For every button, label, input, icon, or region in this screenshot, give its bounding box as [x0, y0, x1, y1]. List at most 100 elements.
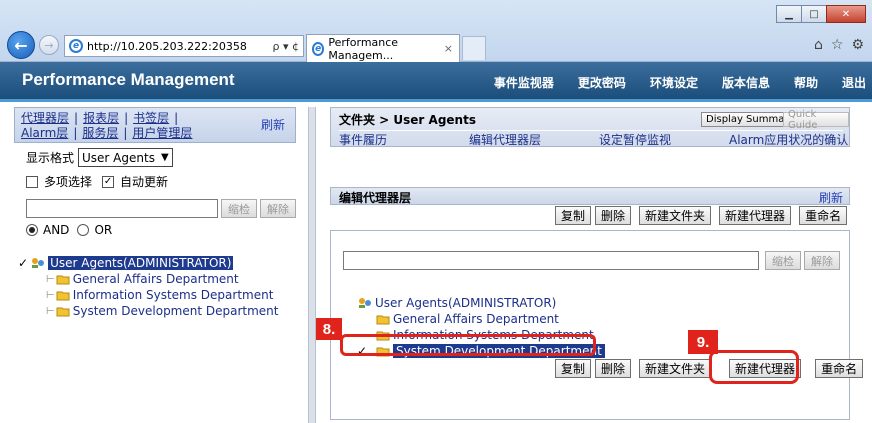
forward-button[interactable]: → [39, 35, 59, 55]
link-alarm-status[interactable]: Alarm应用状况的确认 [729, 131, 848, 148]
arrow-right-icon: → [44, 38, 54, 52]
nav-environment[interactable]: 环境设定 [650, 74, 698, 91]
right-clear-button[interactable]: 解除 [804, 251, 840, 270]
tab-service-tree[interactable]: 服务层 [82, 126, 118, 140]
nav-logout[interactable]: 退出 [842, 74, 866, 91]
home-icon[interactable]: ⌂ [814, 37, 823, 53]
tab-close-icon[interactable]: × [444, 42, 453, 55]
address-url: http://10.205.203.222:20358 [87, 39, 247, 53]
back-button[interactable]: ← [7, 31, 35, 59]
rename-button[interactable]: 重命名 [815, 359, 864, 378]
chevron-down-icon: ▼ [160, 152, 169, 163]
delete-button[interactable]: 删除 [595, 206, 632, 225]
new-folder-button[interactable]: 新建文件夹 [639, 206, 712, 225]
auto-update-checkbox[interactable]: ✓ [102, 175, 115, 188]
rename-button[interactable]: 重命名 [799, 206, 848, 225]
ie-icon: e [312, 41, 325, 56]
nav-change-password[interactable]: 更改密码 [578, 74, 626, 91]
left-clear-button[interactable]: 解除 [260, 199, 296, 218]
tab-agent-tree[interactable]: 代理器层 [21, 111, 69, 125]
tab-alarm-tree[interactable]: Alarm层 [21, 126, 68, 140]
app-title: Performance Management [22, 70, 235, 89]
tab-user-tree[interactable]: 用户管理层 [132, 126, 192, 140]
minimize-icon[interactable]: ▁ [776, 5, 802, 23]
and-or-row: AND OR [26, 223, 112, 237]
tree-root[interactable]: ✓ User Agents(ADMINISTRATOR) [18, 255, 279, 271]
left-search-button[interactable]: 缩检 [221, 199, 257, 218]
ie-icon: e [69, 39, 83, 53]
agents-icon [32, 258, 45, 268]
folder-icon [56, 291, 70, 300]
folder-icon [56, 307, 70, 316]
nav-event-monitor[interactable]: 事件监视器 [494, 74, 554, 91]
link-event-history[interactable]: 事件履历 [339, 131, 387, 148]
left-refresh-link[interactable]: 刷新 [261, 118, 285, 133]
window-controls: ▁ □ ✕ [776, 5, 866, 23]
tree-item[interactable]: General Affairs Department [375, 311, 605, 327]
auto-update-label: 自动更新 [120, 175, 169, 189]
quick-guide-button[interactable]: Quick Guide [783, 109, 849, 131]
top-action-row: 复制 删除 新建文件夹 新建代理器 重命名 [551, 206, 848, 225]
new-tab-button[interactable] [462, 36, 486, 60]
app-nav: 事件监视器 更改密码 环境设定 版本信息 帮助 退出 [470, 74, 866, 91]
step-9-highlight [709, 350, 799, 384]
star-icon[interactable]: ☆ [831, 37, 844, 53]
and-radio[interactable] [26, 224, 38, 236]
browser-chrome: ▁ □ ✕ ← → e http://10.205.203.222:20358 … [0, 0, 872, 62]
link-edit-agent-tree[interactable]: 编辑代理器层 [469, 131, 541, 148]
close-window-icon[interactable]: ✕ [826, 5, 866, 23]
multi-select-label: 多项选择 [44, 175, 93, 189]
tree-connector-icon: ⊢ [46, 273, 55, 285]
right-search-row: 缩检 解除 [343, 251, 840, 270]
tab-bookmark-tree[interactable]: 书签层 [133, 111, 169, 125]
nav-help[interactable]: 帮助 [794, 74, 818, 91]
and-label: AND [43, 223, 70, 237]
edit-agent-tree-bar: 编辑代理器层 刷新 [330, 187, 850, 205]
left-search-row: 缩检 解除 [26, 199, 296, 218]
app-header: Performance Management 事件监视器 更改密码 环境设定 版… [0, 62, 872, 102]
folder-icon [376, 315, 390, 324]
step-8-callout: 8. [316, 318, 342, 340]
display-format-label: 显示格式 [26, 151, 75, 165]
nav-version[interactable]: 版本信息 [722, 74, 770, 91]
display-format-row: 显示格式 User Agents ▼ [26, 148, 173, 167]
tree-item[interactable]: ⊢ System Development Department [46, 303, 279, 319]
maximize-icon[interactable]: □ [801, 5, 827, 23]
hierarchy-tabs: 代理器层 | 报表层 | 书签层 | Alarm层 | 服务层 | 用户管理层 刷新 [14, 107, 296, 143]
address-bar[interactable]: e http://10.205.203.222:20358 ρ ▾ ¢ [64, 35, 304, 57]
operation-links: 事件履历 编辑代理器层 设定暂停监视 Alarm应用状况的确认 [339, 130, 848, 147]
folder-path: 文件夹 > User Agents [339, 113, 476, 127]
bottom-action-row: 复制 删除 新建文件夹 新建代理器 重命名 [551, 359, 864, 378]
or-radio[interactable] [77, 224, 90, 236]
copy-button[interactable]: 复制 [555, 206, 592, 225]
link-pause-monitoring[interactable]: 设定暂停监视 [599, 131, 671, 148]
multi-select-checkbox[interactable] [26, 175, 38, 188]
left-search-input[interactable] [26, 199, 218, 218]
copy-button[interactable]: 复制 [555, 359, 592, 378]
tree-item[interactable]: ⊢ Information Systems Department [46, 287, 279, 303]
left-agent-tree: ✓ User Agents(ADMINISTRATOR) ⊢ General A… [18, 255, 279, 319]
new-folder-button[interactable]: 新建文件夹 [639, 359, 712, 378]
tree-connector-icon: ⊢ [46, 305, 55, 317]
folder-bar: 文件夹 > User Agents Display Summary Quick … [330, 107, 850, 147]
tree-connector-icon: ⊢ [46, 289, 55, 301]
right-search-input[interactable] [343, 251, 759, 270]
delete-button[interactable]: 删除 [595, 359, 632, 378]
folder-icon [56, 275, 70, 284]
section-title: 编辑代理器层 [339, 191, 412, 205]
tree-root[interactable]: User Agents(ADMINISTRATOR) [355, 295, 605, 311]
display-format-select[interactable]: User Agents ▼ [78, 148, 173, 167]
tree-item[interactable]: ⊢ General Affairs Department [46, 271, 279, 287]
checkbox-row: 多项选择 ✓ 自动更新 [26, 173, 168, 190]
gear-icon[interactable]: ⚙ [851, 37, 864, 53]
right-refresh-link[interactable]: 刷新 [819, 189, 843, 206]
browser-tab[interactable]: e Performance Managem... × [306, 34, 460, 62]
arrow-left-icon: ← [14, 35, 28, 55]
tab-report-tree[interactable]: 报表层 [83, 111, 119, 125]
address-tools[interactable]: ρ ▾ ¢ [273, 40, 304, 53]
new-agent-button[interactable]: 新建代理器 [719, 206, 792, 225]
tab-title: Performance Managem... [328, 35, 399, 62]
step-8-highlight [340, 334, 596, 356]
right-search-button[interactable]: 缩检 [765, 251, 801, 270]
pane-splitter[interactable] [308, 107, 316, 423]
